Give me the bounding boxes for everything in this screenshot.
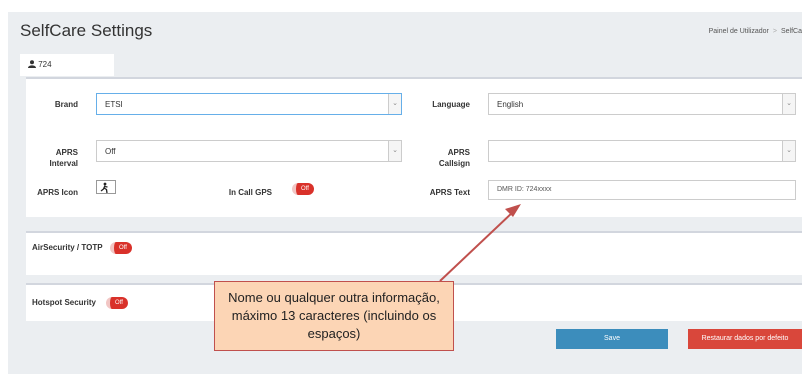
- language-select-value: English: [497, 100, 524, 109]
- air-security-panel: AirSecurity / TOTP Off: [26, 231, 802, 275]
- air-security-label: AirSecurity / TOTP: [32, 243, 103, 252]
- air-security-toggle[interactable]: Off: [110, 242, 132, 254]
- aprs-text-label: APRS Text: [429, 188, 470, 197]
- chevron-down-icon: ⌄: [782, 94, 795, 114]
- aprs-text-input[interactable]: DMR ID: 724xxxx: [488, 180, 796, 200]
- user-icon: [28, 60, 36, 68]
- page-header: SelfCare Settings Painel de Utilizador > S…: [8, 12, 802, 52]
- breadcrumb-item-dashboard[interactable]: Painel de Utilizador: [709, 28, 769, 35]
- aprs-callsign-label: APRS Callsign: [438, 148, 470, 168]
- runner-icon: [100, 182, 108, 194]
- brand-select-value: ETSI: [105, 100, 123, 109]
- chevron-down-icon: ⌄: [388, 141, 401, 161]
- annotation-callout: Nome ou qualquer outra informação, máxim…: [214, 281, 454, 351]
- tab-user[interactable]: 724: [20, 54, 114, 76]
- breadcrumb: Painel de Utilizador > SelfCa: [709, 28, 802, 35]
- aprs-interval-label: APRS Interval: [49, 148, 78, 168]
- chevron-down-icon: ⌄: [388, 94, 401, 114]
- aprs-icon-picker[interactable]: [96, 180, 116, 194]
- brand-label: Brand: [54, 100, 78, 109]
- tab-user-label: 724: [38, 60, 52, 69]
- in-call-gps-label: In Call GPS: [228, 188, 272, 197]
- chevron-down-icon: ⌄: [782, 141, 795, 161]
- brand-select[interactable]: ETSI ⌄: [96, 93, 402, 115]
- page-title: SelfCare Settings: [20, 21, 153, 40]
- breadcrumb-separator: >: [772, 28, 777, 35]
- language-select[interactable]: English ⌄: [488, 93, 796, 115]
- hotspot-security-toggle[interactable]: Off: [106, 297, 128, 309]
- breadcrumb-item-current: SelfCa: [780, 28, 802, 35]
- language-label: Language: [432, 100, 470, 109]
- hotspot-security-label: Hotspot Security: [32, 298, 97, 307]
- in-call-gps-toggle[interactable]: Off: [292, 183, 314, 195]
- aprs-callsign-select[interactable]: ⌄: [488, 140, 796, 162]
- aprs-interval-select[interactable]: Off ⌄: [96, 140, 402, 162]
- aprs-interval-value: Off: [105, 147, 116, 156]
- settings-panel: Brand ETSI ⌄ Language English ⌄ APRS Int…: [26, 77, 802, 217]
- save-button[interactable]: Save: [556, 329, 668, 349]
- aprs-icon-label: APRS Icon: [37, 188, 78, 197]
- restore-defaults-button[interactable]: Restaurar dados por defeito: [688, 329, 802, 349]
